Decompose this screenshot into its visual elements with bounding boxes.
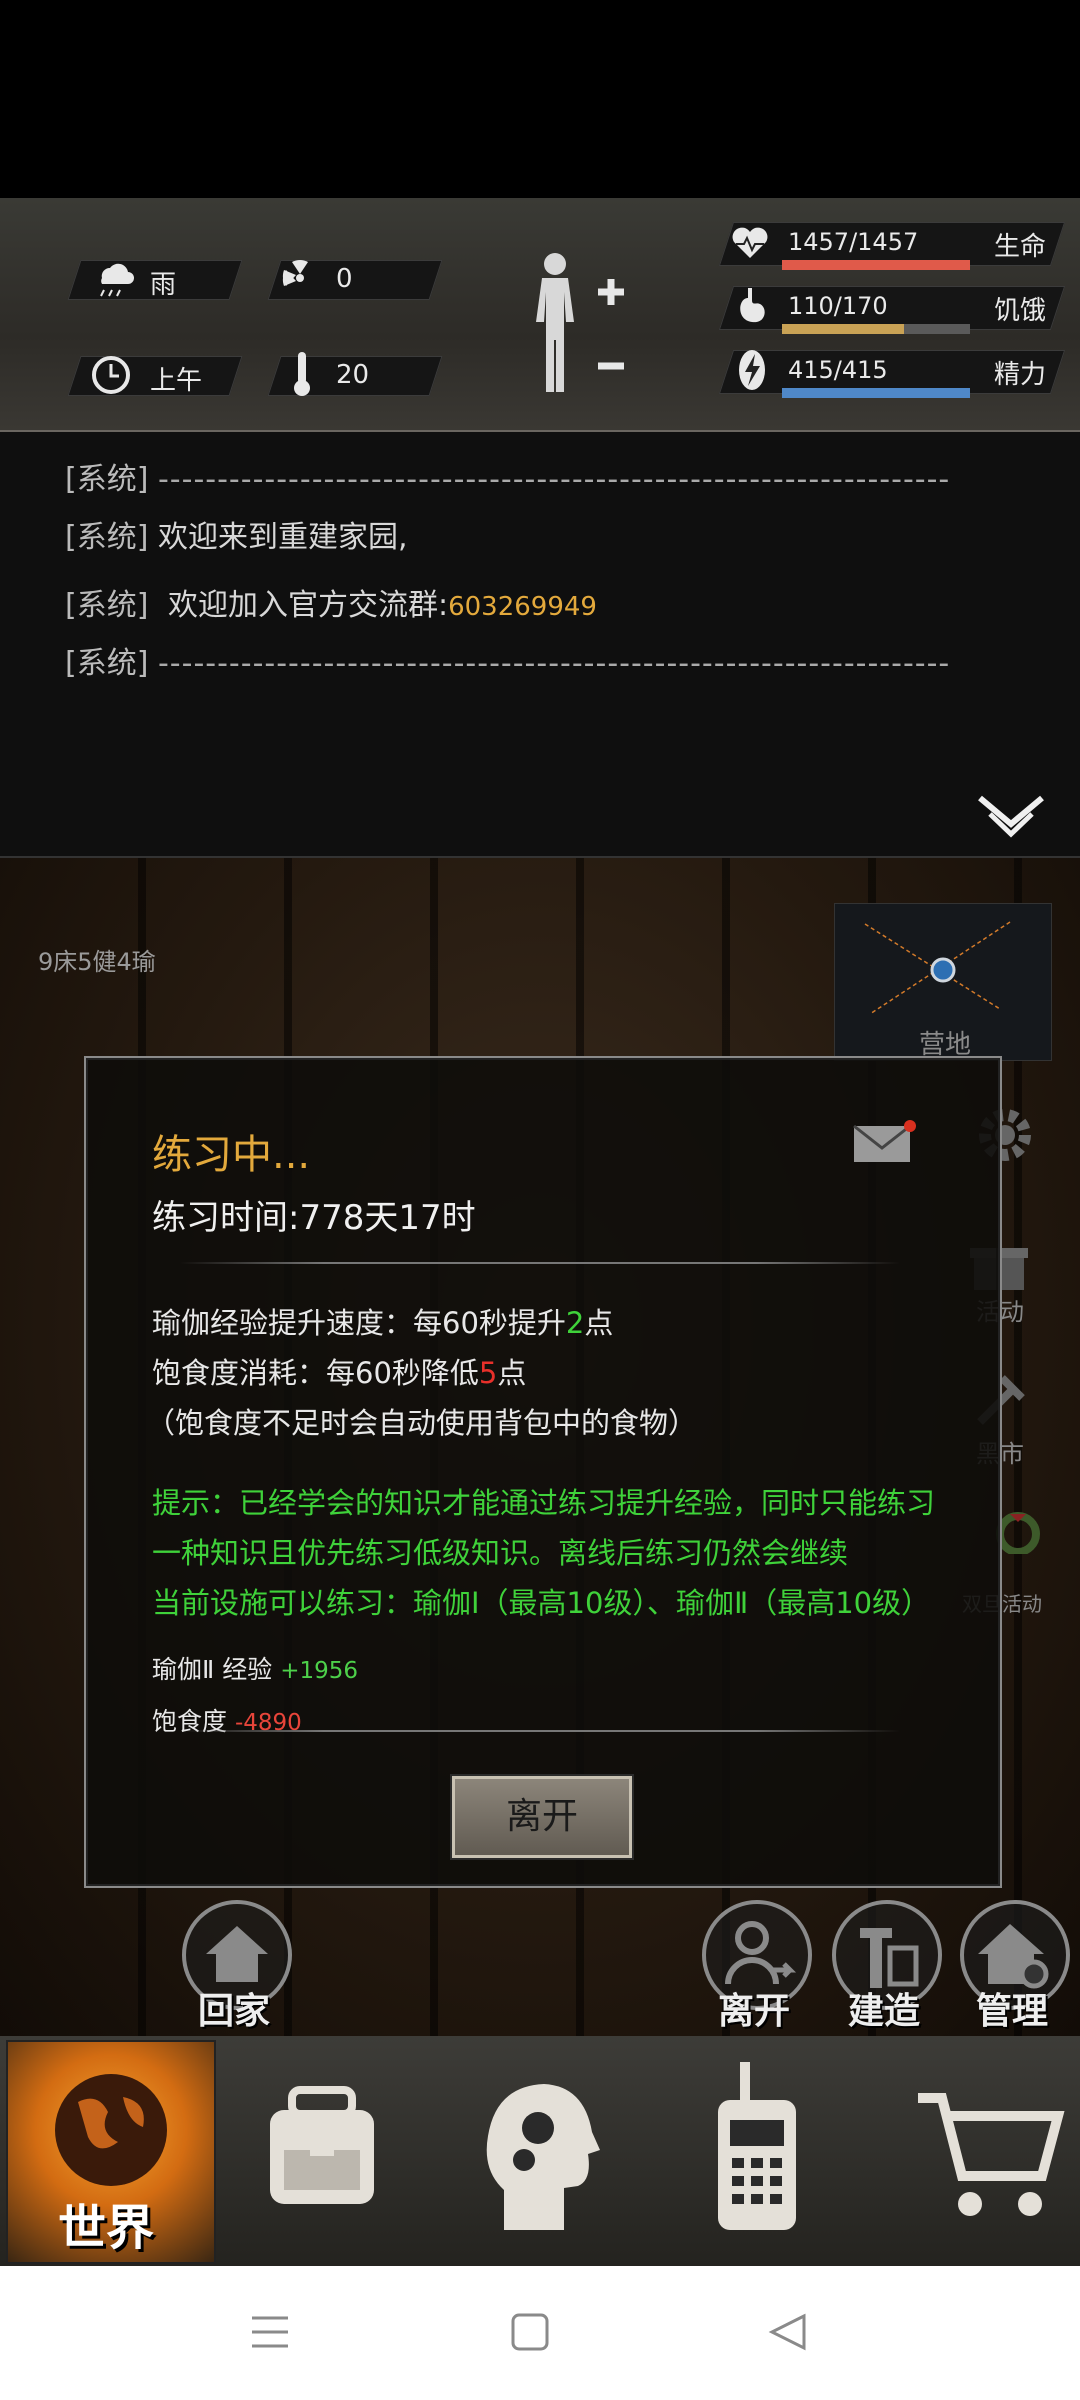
group-message: 欢迎加入官方交流群: [167,588,449,623]
log-tag: [系统] [65,646,149,681]
hunger-value: 110/170 [788,292,888,320]
rain-cloud-icon [100,263,134,297]
log-entry: [系统] 欢迎来到重建家园, [65,512,408,556]
log-entry: [系统] 欢迎加入官方交流群:603269949 [65,580,597,624]
food-rate-text: 饱食度消耗：每60秒降低 [152,1356,479,1390]
exp-rate-line: 瑜伽经验提升速度：每60秒提升2点 [152,1300,613,1342]
chevron-down-icon[interactable] [976,794,1046,840]
walkie-talkie-icon [718,2062,796,2230]
nav-world-label: 世界 [58,2200,155,2256]
minimap[interactable]: 营地 [834,903,1052,1061]
food-rate-line: 饱食度消耗：每60秒降低5点 [152,1350,526,1392]
nav-shop[interactable] [870,2040,1076,2260]
food-note: （饱食度不足时会自动使用背包中的食物） [146,1406,698,1440]
exp-gain-value: +1956 [280,1658,359,1684]
shopping-cart-icon [918,2093,1065,2216]
leave-button[interactable]: 离开 [452,1776,632,1858]
exp-gain-label: 瑜伽Ⅱ 经验 [152,1655,273,1684]
food-rate-value: 5 [478,1356,498,1390]
globe-icon [55,2074,167,2186]
practice-dialog [84,1056,1002,1888]
body-status-icon[interactable] [520,250,630,400]
radiation-value: 0 [336,264,353,294]
hunger-label: 饥饿 [994,296,1047,326]
log-tag: [系统] [65,588,149,623]
exp-rate-unit: 点 [584,1306,614,1340]
time-of-day: 上午 [150,366,203,396]
life-label: 生命 [994,232,1047,262]
food-rate-unit: 点 [497,1356,527,1390]
radiation-icon [282,260,308,286]
message-log[interactable]: [系统] -----------------------------------… [0,432,1080,858]
divider [180,1262,900,1264]
hint-line-3: 当前设施可以练习：瑜伽Ⅰ（最高10级）、瑜伽Ⅱ（最高10级） [152,1586,931,1620]
temperature-value: 20 [336,360,370,390]
exp-rate-value: 2 [565,1306,585,1340]
exp-gain-line: 瑜伽Ⅱ 经验 +1956 [152,1650,358,1686]
log-entry: [系统] -----------------------------------… [65,454,950,498]
practice-time: 练习时间:778天17时 [152,1198,476,1238]
nav-world[interactable]: 世界 [6,2040,216,2264]
hunger-bar-fill [782,324,904,334]
nav-backpack[interactable] [218,2040,424,2260]
build-label[interactable]: 建造 [848,1982,920,2034]
home-square-icon[interactable] [510,2312,550,2352]
hint-line-1: 提示：已经学会的知识才能通过练习提升经验，同时只能练习 [152,1486,936,1520]
group-number[interactable]: 603269949 [448,592,597,622]
manage-label[interactable]: 管理 [976,1982,1048,2034]
hint-line-2: 一种知识且优先练习低级知识。离线后练习仍然会继续 [152,1536,849,1570]
back-triangle-icon[interactable] [768,2312,808,2352]
life-value: 1457/1457 [788,228,919,256]
home-label[interactable]: 回家 [198,1982,270,2034]
mail-icon[interactable] [852,1118,918,1164]
food-loss-line: 饱食度 -4890 [152,1702,302,1738]
facility-info: 9床5健4瑜 [38,948,156,976]
log-tag: [系统] [65,462,149,497]
system-navigation-bar [0,2266,1080,2400]
heart-pulse-icon [732,227,768,258]
clock-icon [92,356,130,394]
stomach-icon [740,288,765,323]
log-tag: [系统] [65,520,149,555]
log-divider-text: ----------------------------------------… [157,646,951,681]
energy-value: 415/415 [788,356,888,384]
welcome-message: 欢迎来到重建家园, [157,520,408,555]
dialog-title: 练习中... [152,1132,311,1178]
log-entry: [系统] -----------------------------------… [65,638,950,682]
food-loss-value: -4890 [234,1710,302,1736]
energy-label: 精力 [994,360,1047,390]
log-divider-text: ----------------------------------------… [157,462,951,497]
menu-icon[interactable] [250,2314,290,2350]
life-bar-fill [782,260,970,270]
energy-bar-fill [782,388,970,398]
backpack-icon [270,2086,374,2204]
head-gears-icon [486,2084,600,2230]
lightning-icon [739,350,765,390]
weather-text: 雨 [150,270,177,300]
thermometer-icon [294,352,310,396]
status-panel: 雨 0 上午 20 1457/1457 生命 110/170 饥饿 415/41… [0,198,1080,433]
divider [180,1730,900,1732]
nav-skills[interactable] [434,2040,640,2260]
leave-camp-label[interactable]: 离开 [718,1982,790,2034]
nav-radio[interactable] [654,2040,860,2260]
exp-rate-text: 瑜伽经验提升速度：每60秒提升 [152,1306,566,1340]
